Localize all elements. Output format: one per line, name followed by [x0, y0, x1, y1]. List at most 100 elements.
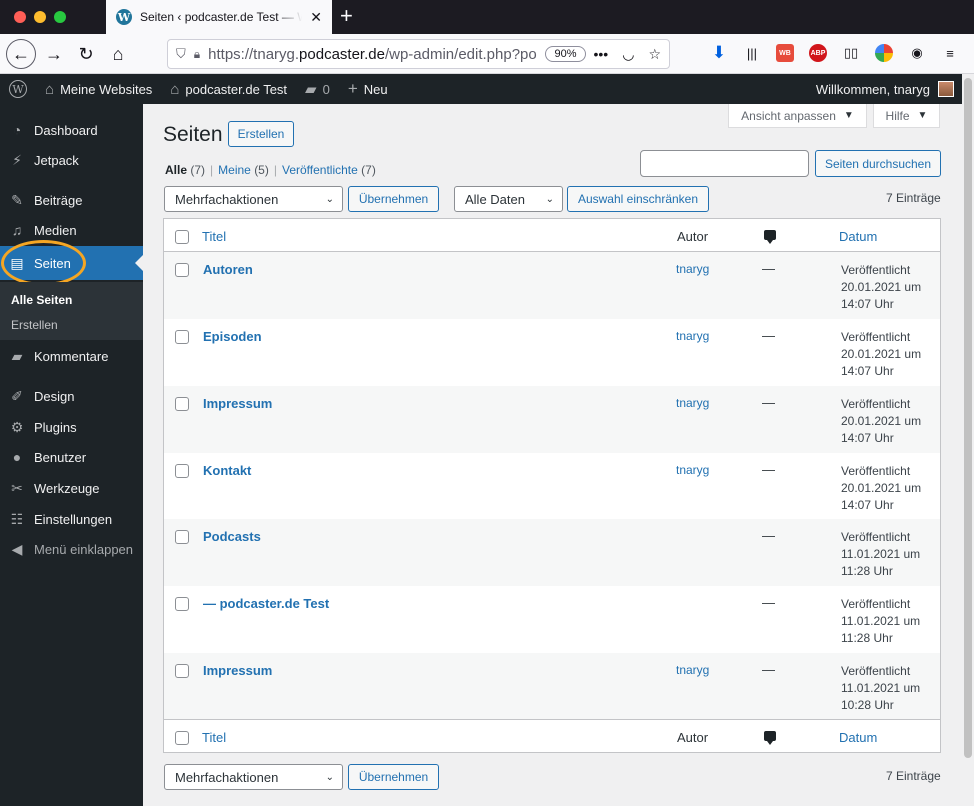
reload-button[interactable]: ↻ [72, 40, 100, 68]
zoom-level-badge[interactable]: 90% [545, 46, 586, 62]
sidebar-item-comments[interactable]: ▰ Kommentare [0, 339, 143, 373]
wp-logo-button[interactable]: W [0, 74, 36, 104]
sidebar-item-design[interactable]: ✐ Design [0, 379, 143, 413]
menu-hamburger-icon[interactable]: ≡ [941, 44, 959, 62]
sidebar-item-label: Menü einklappen [34, 541, 134, 557]
extension-wb-icon[interactable]: WB [776, 44, 794, 62]
row-checkbox[interactable] [175, 397, 189, 411]
row-title-link[interactable]: Impressum [203, 396, 272, 411]
brush-icon: ✐ [11, 387, 23, 404]
row-author-link[interactable]: tnaryg [676, 329, 709, 343]
sidebar-item-media[interactable]: ♫ Medien [0, 213, 143, 247]
current-menu-arrow [135, 255, 143, 271]
bookmark-star-icon[interactable]: ☆ [648, 46, 661, 63]
url-bar[interactable]: ⛉ 🔒︎ https://tnaryg.podcaster.de/wp-admi… [167, 39, 670, 69]
view-all[interactable]: Alle (7) [165, 163, 205, 177]
sidebar-item-label: Plugins [34, 419, 77, 435]
row-author-link[interactable]: tnaryg [676, 396, 709, 410]
caret-down-icon: ▼ [843, 110, 854, 121]
row-checkbox[interactable] [175, 263, 189, 277]
shield-icon[interactable]: ⛉ [176, 46, 186, 62]
my-sites-menu[interactable]: ⌂ Meine Websites [36, 74, 161, 104]
google-extension-icon[interactable] [875, 44, 893, 62]
page-scrollbar[interactable] [962, 74, 974, 806]
row-title-link[interactable]: Podcasts [203, 529, 261, 544]
sidebar-item-plugins[interactable]: ⚙ Plugins [0, 410, 143, 444]
screen-options-toggle[interactable]: Ansicht anpassen ▼ [728, 104, 867, 128]
search-input[interactable] [640, 150, 809, 177]
view-published[interactable]: Veröffentlichte (7) [282, 163, 376, 177]
account-menu[interactable]: Willkommen, tnaryg [816, 74, 954, 104]
account-icon[interactable]: ◉ [908, 44, 926, 62]
row-title-link[interactable]: Episoden [203, 329, 262, 344]
row-date: Veröffentlicht 20.01.2021 um 14:07 Uhr [841, 464, 922, 512]
sidebar-item-jetpack[interactable]: ⚡ Jetpack [0, 143, 143, 177]
row-checkbox[interactable] [175, 530, 189, 544]
site-name-menu[interactable]: ⌂ podcaster.de Test [161, 74, 296, 104]
browser-tab-active[interactable]: W Seiten ‹ podcaster.de Test — WordPress… [106, 0, 332, 34]
adblock-icon[interactable]: ABP [809, 44, 827, 62]
comments-link[interactable]: ▰ 0 [296, 74, 339, 104]
row-comments: — [762, 328, 775, 343]
row-checkbox[interactable] [175, 330, 189, 344]
url-text[interactable]: https://tnaryg.podcaster.de/wp-admin/edi… [208, 46, 537, 63]
view-mine[interactable]: Meine (5) [218, 163, 269, 177]
row-checkbox[interactable] [175, 664, 189, 678]
minimize-window-button[interactable] [34, 11, 46, 23]
forward-button[interactable]: → [40, 40, 68, 68]
reader-view-icon[interactable]: ▯▯ [842, 44, 860, 62]
scrollbar-thumb[interactable] [964, 78, 972, 758]
tab-close-icon[interactable]: ✕ [310, 9, 322, 26]
table-row: Impressum tnaryg — Veröffentlicht 20.01.2… [164, 386, 940, 453]
sidebar-item-dashboard[interactable]: ◔ Dashboard [0, 113, 143, 147]
page-actions-icon[interactable]: ••• [594, 46, 609, 63]
submenu-all-pages[interactable]: Alle Seiten [11, 293, 72, 307]
close-window-button[interactable] [14, 11, 26, 23]
row-comments: — [762, 528, 775, 543]
sidebar-item-posts[interactable]: ✎ Beiträge [0, 183, 143, 217]
filter-button[interactable]: Auswahl einschränken [567, 186, 709, 212]
row-title-link[interactable]: Kontakt [203, 463, 251, 478]
search-pages-button[interactable]: Seiten durchsuchen [815, 150, 941, 177]
row-author-link[interactable]: tnaryg [676, 262, 709, 276]
new-content-menu[interactable]: + Neu [339, 74, 397, 104]
row-author-link[interactable]: tnaryg [676, 463, 709, 477]
apply-bulk-button[interactable]: Übernehmen [348, 186, 439, 212]
maximize-window-button[interactable] [54, 11, 66, 23]
home-button[interactable]: ⌂ [104, 40, 132, 68]
date-filter-select[interactable]: Alle Daten ⌄ [454, 186, 563, 212]
row-author-link[interactable]: tnaryg [676, 663, 709, 677]
pocket-icon[interactable]: ◡ [622, 46, 634, 63]
column-title-sort[interactable]: Titel [202, 229, 226, 244]
row-checkbox[interactable] [175, 464, 189, 478]
apply-bulk-button-bottom[interactable]: Übernehmen [348, 764, 439, 790]
sidebar-item-pages[interactable]: ▤ Seiten [0, 240, 143, 286]
row-checkbox[interactable] [175, 597, 189, 611]
url-host: podcaster.de [299, 45, 385, 63]
row-date: Veröffentlicht 11.01.2021 um 10:28 Uhr [841, 664, 921, 712]
sidebar-item-tools[interactable]: ✂ Werkzeuge [0, 471, 143, 505]
submenu-create[interactable]: Erstellen [11, 318, 58, 332]
select-all-checkbox[interactable] [175, 230, 189, 244]
bulk-action-select[interactable]: Mehrfachaktionen ⌄ [164, 186, 343, 212]
library-icon[interactable]: ||| [743, 44, 761, 62]
select-all-checkbox[interactable] [175, 731, 189, 745]
help-toggle[interactable]: Hilfe ▼ [873, 104, 940, 128]
column-date-sort[interactable]: Datum [839, 229, 877, 244]
back-button[interactable]: ← [6, 39, 36, 69]
row-title-link[interactable]: — podcaster.de Test [203, 596, 329, 611]
sidebar-item-settings[interactable]: ☷ Einstellungen [0, 502, 143, 536]
add-new-page-button[interactable]: Erstellen [228, 121, 294, 147]
sidebar-item-users[interactable]: ● Benutzer [0, 440, 143, 474]
new-tab-button[interactable]: + [340, 4, 353, 28]
column-title-sort[interactable]: Titel [202, 730, 226, 745]
download-icon[interactable]: ⬇ [710, 43, 728, 62]
row-title-link[interactable]: Autoren [203, 262, 253, 277]
row-title-link[interactable]: Impressum [203, 663, 272, 678]
column-date-sort[interactable]: Datum [839, 730, 877, 745]
sidebar-item-label: Medien [34, 222, 77, 238]
lock-icon[interactable]: 🔒︎ [194, 47, 200, 62]
bulk-action-select-bottom[interactable]: Mehrfachaktionen ⌄ [164, 764, 343, 790]
collapse-menu-button[interactable]: ◀ Menü einklappen [0, 532, 143, 566]
users-icon: ● [12, 449, 22, 465]
